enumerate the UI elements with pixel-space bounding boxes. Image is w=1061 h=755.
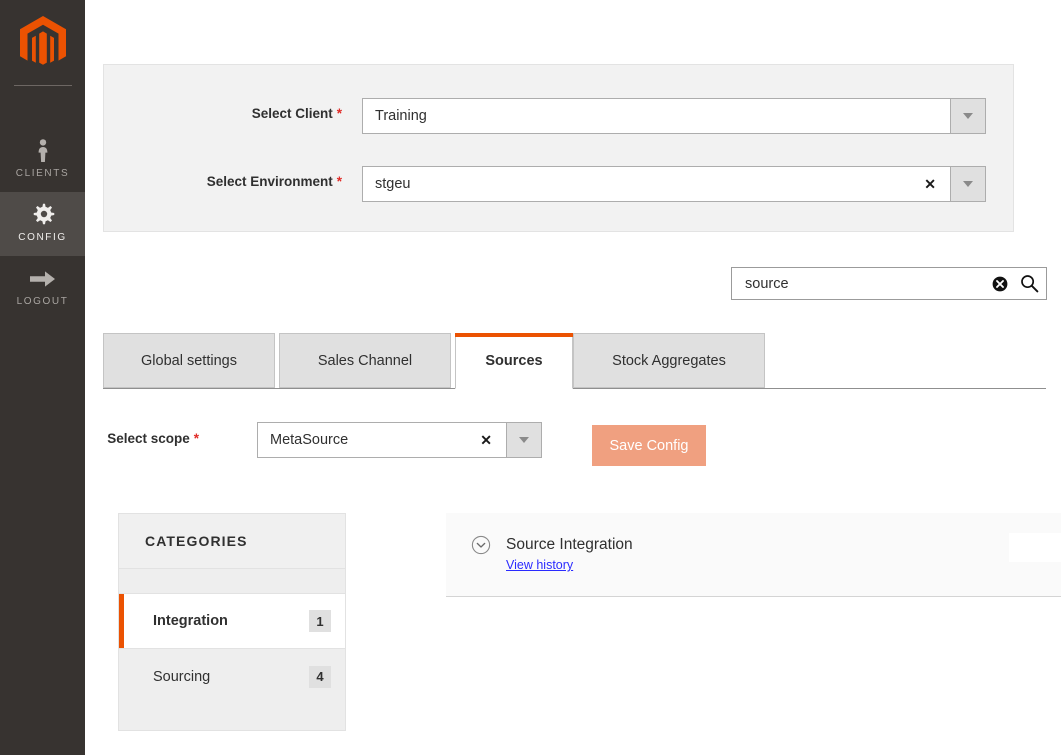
category-item-sourcing[interactable]: Sourcing 4: [119, 649, 345, 704]
sidebar-item-label: LOGOUT: [16, 296, 69, 307]
config-tabbar: Global settings Sales Channel Sources St…: [103, 333, 1046, 389]
sidebar-nav: CLIENTS CONFIG LOGOUT: [0, 128, 85, 320]
sidebar-item-label: CONFIG: [18, 232, 67, 243]
select-client-value-box[interactable]: Training: [362, 98, 950, 134]
gear-icon: [0, 201, 85, 229]
sidebar-item-logout[interactable]: LOGOUT: [0, 256, 85, 320]
chevron-down-icon: [963, 113, 973, 119]
category-count-badge: 4: [309, 665, 331, 688]
select-environment-label-text: Select Environment: [206, 174, 333, 189]
chevron-down-icon: [963, 181, 973, 187]
category-item-integration[interactable]: Integration 1: [119, 594, 345, 649]
select-environment-value-box[interactable]: stgeu ✕: [362, 166, 950, 202]
categories-panel: CATEGORIES Integration 1 Sourcing 4: [118, 513, 346, 731]
main-content: Select Client * Training Select Environme…: [85, 0, 1061, 755]
select-scope-value: MetaSource: [270, 432, 349, 448]
arrow-right-icon: [0, 265, 85, 293]
select-scope-arrow-button[interactable]: [506, 422, 542, 458]
select-environment-label: Select Environment *: [104, 174, 342, 189]
scope-row: Select scope * MetaSource ✕ Save Config: [103, 422, 803, 466]
tab-label: Stock Aggregates: [612, 352, 726, 369]
magento-logo[interactable]: [0, 0, 85, 85]
person-icon: [0, 137, 85, 165]
tab-label: Global settings: [141, 352, 237, 369]
category-name: Integration: [153, 613, 228, 629]
select-scope-clear-icon[interactable]: ✕: [476, 432, 496, 449]
category-count-badge: 1: [309, 610, 331, 632]
tab-stock-aggregates[interactable]: Stock Aggregates: [573, 333, 765, 388]
categories-blank-row: [119, 569, 345, 594]
config-search-box[interactable]: [731, 267, 1047, 300]
clear-circle-icon[interactable]: [987, 267, 1013, 300]
select-client-label-text: Select Client: [251, 106, 333, 121]
select-scope-value-box[interactable]: MetaSource ✕: [257, 422, 506, 458]
sidebar-item-clients[interactable]: CLIENTS: [0, 128, 85, 192]
select-environment-dropdown[interactable]: stgeu ✕: [362, 166, 986, 202]
section-header[interactable]: Source Integration: [446, 513, 1061, 555]
required-asterisk: *: [193, 431, 199, 446]
category-name: Sourcing: [153, 668, 211, 685]
save-config-button[interactable]: Save Config: [592, 425, 706, 466]
left-sidebar: CLIENTS CONFIG LOGOUT: [0, 0, 85, 755]
select-scope-dropdown[interactable]: MetaSource ✕: [257, 422, 542, 458]
select-environment-arrow-button[interactable]: [950, 166, 986, 202]
app-root: CLIENTS CONFIG LOGOUT Select Client * Tr…: [0, 0, 1061, 755]
tab-sources[interactable]: Sources: [455, 333, 573, 389]
context-selector-panel: Select Client * Training Select Environme…: [103, 64, 1014, 232]
tab-label: Sources: [485, 352, 543, 369]
search-input[interactable]: [732, 268, 987, 299]
select-client-row: Select Client * Training: [104, 98, 1013, 134]
select-environment-row: Select Environment * stgeu ✕: [104, 166, 1013, 202]
search-icon[interactable]: [1013, 267, 1046, 300]
sidebar-divider: [13, 85, 72, 86]
tab-sales-channel[interactable]: Sales Channel: [279, 333, 451, 388]
select-client-dropdown[interactable]: Training: [362, 98, 986, 134]
required-asterisk: *: [336, 174, 342, 189]
select-scope-label: Select scope *: [103, 431, 199, 446]
tab-label: Sales Channel: [317, 352, 413, 369]
select-client-value: Training: [375, 108, 427, 124]
chevron-down-circle-icon[interactable]: [471, 535, 491, 555]
select-scope-label-text: Select scope: [107, 431, 190, 446]
select-environment-clear-icon[interactable]: ✕: [920, 176, 940, 193]
sidebar-item-config[interactable]: CONFIG: [0, 192, 85, 256]
sidebar-item-label: CLIENTS: [15, 168, 70, 179]
select-client-label: Select Client *: [104, 106, 342, 121]
select-environment-value: stgeu: [375, 176, 411, 192]
categories-header: CATEGORIES: [119, 514, 345, 569]
select-client-arrow-button[interactable]: [950, 98, 986, 134]
tab-global-settings[interactable]: Global settings: [103, 333, 275, 388]
chevron-down-icon: [519, 437, 529, 443]
view-history-link[interactable]: View history: [506, 558, 573, 572]
section-title: Source Integration: [506, 536, 633, 553]
section-header-placeholder-box[interactable]: [1009, 533, 1061, 562]
source-integration-section: Source Integration View history: [446, 513, 1061, 597]
required-asterisk: *: [336, 106, 342, 121]
